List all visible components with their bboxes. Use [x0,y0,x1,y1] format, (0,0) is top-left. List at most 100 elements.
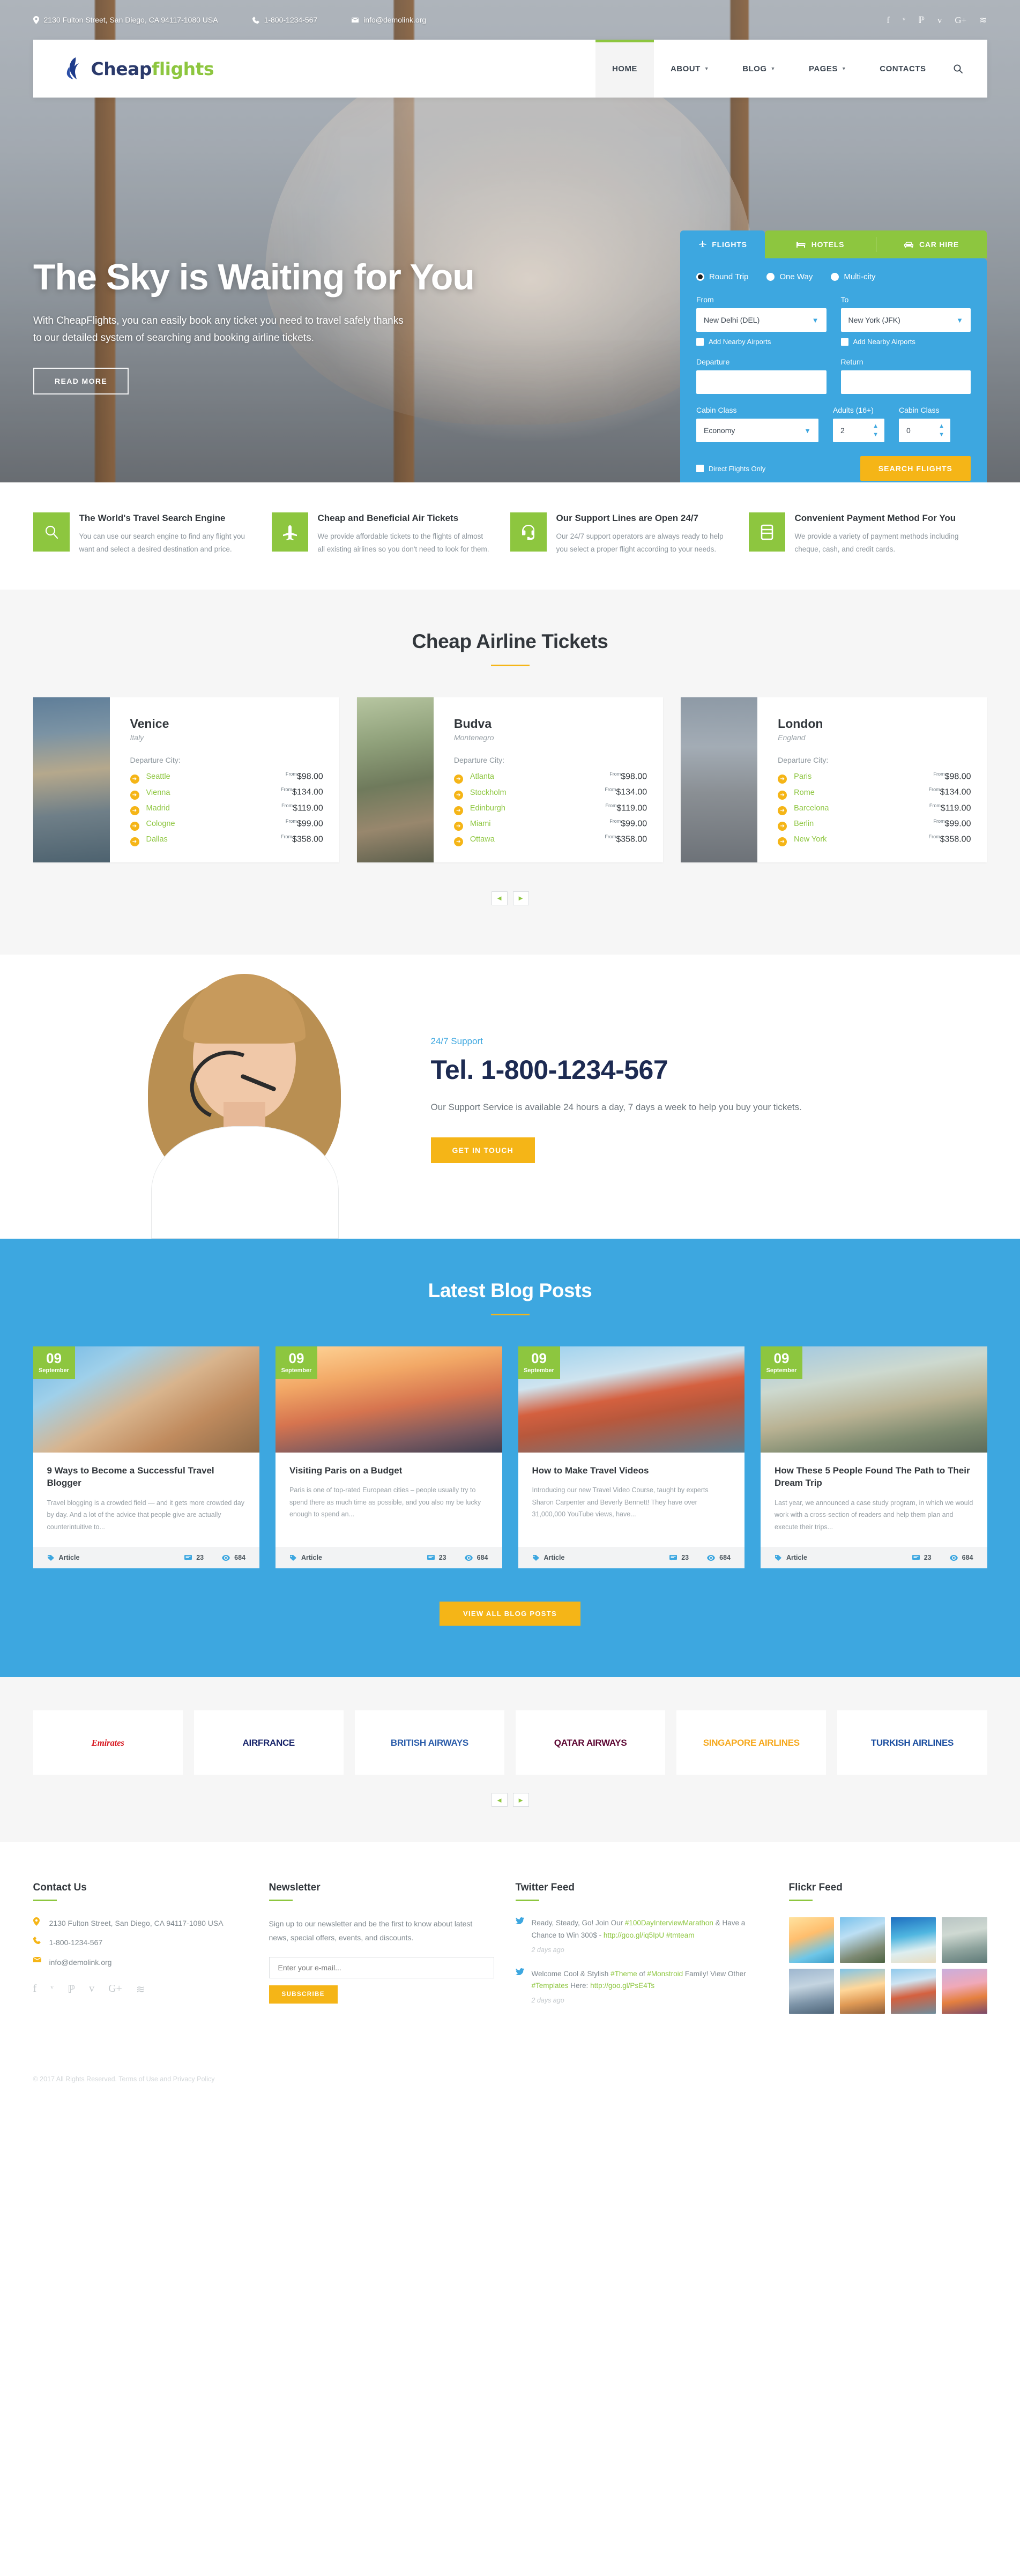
tweet-hashtag[interactable]: #tmteam [666,1931,695,1939]
tweet-hashtag[interactable]: #100DayInterviewMarathon [625,1919,713,1927]
tweet-link[interactable]: http://goo.gl/PsE4Ts [590,1982,654,1990]
blog-post-card[interactable]: 09 September 9 Ways to Become a Successf… [33,1346,259,1569]
footer-email[interactable]: info@demolink.org [33,1956,248,1969]
flickr-thumbnail[interactable] [891,1917,936,1963]
social-googleplus-icon[interactable]: G+ [108,1983,122,1996]
route-row[interactable]: ➔ Vienna From$134.00 [130,785,323,800]
to-nearby-airports-checkbox[interactable]: Add Nearby Airports [840,338,971,346]
topbar-email[interactable]: info@demolink.org [352,16,426,24]
route-row[interactable]: ➔ Ottawa From$358.00 [453,832,647,847]
from-select[interactable]: New Delhi (DEL) ▼ [696,308,827,332]
post-tag[interactable]: Article [47,1554,79,1561]
carousel-next-button[interactable]: ► [512,1793,529,1807]
stepper-down-icon[interactable]: ▼ [873,431,878,438]
flickr-thumbnail[interactable] [839,1968,885,2014]
radio-round-trip[interactable]: Round Trip [696,272,748,281]
partner-logo-turkish-airlines[interactable]: TURKISH AIRLINES [837,1710,987,1775]
social-twitter-icon[interactable]: ᵛ [903,16,905,25]
social-rss-icon[interactable]: ≋ [979,16,987,25]
post-comments[interactable]: 23 [427,1554,446,1561]
return-date-input[interactable] [840,370,971,394]
search-flights-button[interactable]: SEARCH FLIGHTS [860,456,971,481]
radio-multi-city[interactable]: Multi-city [831,272,876,281]
newsletter-email-input[interactable] [269,1957,494,1979]
social-pinterest-icon[interactable]: ℙ [918,16,925,25]
route-row[interactable]: ➔ New York From$358.00 [778,832,971,847]
social-twitter-icon[interactable]: ᵛ [50,1983,54,1996]
tab-hotels[interactable]: HOTELS [765,230,876,258]
flickr-thumbnail[interactable] [788,1968,834,2014]
site-logo[interactable]: Cheapflights [33,40,214,98]
cabin-class-2-stepper[interactable]: 0 ▲ ▼ [899,419,950,442]
tweet-hashtag[interactable]: #Theme [610,1970,637,1978]
tweet-link[interactable]: http://goo.gl/iq5IpU [604,1931,664,1939]
post-title[interactable]: How to Make Travel Videos [532,1464,731,1477]
flickr-thumbnail[interactable] [839,1917,885,1963]
social-rss-icon[interactable]: ≋ [136,1983,145,1996]
tab-flights[interactable]: FLIGHTS [680,230,765,258]
stepper-arrows[interactable]: ▲ ▼ [873,419,878,442]
route-row[interactable]: ➔ Stockholm From$134.00 [453,785,647,800]
partner-logo-singapore-airlines[interactable]: SINGAPORE AIRLINES [676,1710,827,1775]
carousel-next-button[interactable]: ► [512,891,529,905]
blog-post-card[interactable]: 09 September Visiting Paris on a Budget … [276,1346,502,1569]
hero-read-more-button[interactable]: READ MORE [33,368,129,395]
social-googleplus-icon[interactable]: G+ [955,16,966,25]
partner-logo-emirates[interactable]: Emirates [33,1710,183,1775]
partner-logo-british-airways[interactable]: BRITISH AIRWAYS [354,1710,505,1775]
stepper-arrows[interactable]: ▲ ▼ [939,419,944,442]
nav-item-blog[interactable]: BLOG ▼ [726,40,792,98]
route-row[interactable]: ➔ Paris From$98.00 [778,769,971,784]
social-vimeo-icon[interactable]: ᴠ [937,16,942,25]
destination-card[interactable]: Budva Montenegro Departure City: ➔ Atlant… [356,697,664,862]
cabin-class-select[interactable]: Economy ▼ [696,419,818,442]
route-row[interactable]: ➔ Barcelona From$119.00 [778,800,971,816]
post-tag[interactable]: Article [532,1554,564,1561]
newsletter-subscribe-button[interactable]: SUBSCRIBE [269,1985,338,2004]
route-row[interactable]: ➔ Cologne From$99.00 [130,816,323,831]
nav-item-contacts[interactable]: CONTACTS [863,40,942,98]
flickr-thumbnail[interactable] [942,1968,987,2014]
partner-logo-qatar-airways[interactable]: QATAR AIRWAYS [516,1710,666,1775]
from-nearby-airports-checkbox[interactable]: Add Nearby Airports [696,338,827,346]
post-title[interactable]: How These 5 People Found The Path to The… [775,1464,973,1490]
route-row[interactable]: ➔ Seattle From$98.00 [130,769,323,784]
social-vimeo-icon[interactable]: ᴠ [89,1983,94,1996]
destination-card[interactable]: Venice Italy Departure City: ➔ Seattle Fro… [33,697,339,862]
radio-one-way[interactable]: One Way [766,272,813,281]
flickr-thumbnail[interactable] [942,1917,987,1963]
stepper-up-icon[interactable]: ▲ [939,423,944,429]
adults-stepper[interactable]: 2 ▲ ▼ [833,419,884,442]
to-select[interactable]: New York (JFK) ▼ [840,308,971,332]
route-row[interactable]: ➔ Madrid From$119.00 [130,800,323,816]
tweet-hashtag[interactable]: #Monstroid [647,1970,683,1978]
stepper-up-icon[interactable]: ▲ [873,423,878,429]
blog-post-card[interactable]: 09 September How These 5 People Found Th… [761,1346,987,1569]
post-title[interactable]: Visiting Paris on a Budget [289,1464,488,1477]
post-tag[interactable]: Article [775,1554,807,1561]
route-row[interactable]: ➔ Berlin From$99.00 [778,816,971,831]
route-row[interactable]: ➔ Dallas From$358.00 [130,832,323,847]
social-facebook-icon[interactable]: f [33,1983,37,1996]
direct-flights-checkbox[interactable]: Direct Flights Only [696,465,765,473]
route-row[interactable]: ➔ Miami From$99.00 [453,816,647,831]
view-all-blog-posts-button[interactable]: VIEW ALL BLOG POSTS [440,1602,580,1626]
tab-car-hire[interactable]: CAR HIRE [876,230,987,258]
route-row[interactable]: ➔ Rome From$134.00 [778,785,971,800]
post-tag[interactable]: Article [289,1554,322,1561]
get-in-touch-button[interactable]: GET IN TOUCH [430,1137,535,1163]
header-search-button[interactable] [943,40,987,98]
blog-post-card[interactable]: 09 September How to Make Travel Videos I… [518,1346,744,1569]
post-title[interactable]: 9 Ways to Become a Successful Travel Blo… [47,1464,246,1490]
flickr-thumbnail[interactable] [891,1968,936,2014]
route-row[interactable]: ➔ Edinburgh From$119.00 [453,800,647,816]
nav-item-pages[interactable]: PAGES ▼ [792,40,863,98]
flickr-thumbnail[interactable] [788,1917,834,1963]
nav-item-about[interactable]: ABOUT ▼ [654,40,726,98]
carousel-prev-button[interactable]: ◄ [491,891,508,905]
carousel-prev-button[interactable]: ◄ [491,1793,508,1807]
topbar-phone[interactable]: 1-800-1234-567 [252,16,317,24]
partner-logo-airfrance[interactable]: AIRFRANCE [193,1710,344,1775]
post-comments[interactable]: 23 [184,1554,204,1561]
stepper-down-icon[interactable]: ▼ [939,431,944,438]
